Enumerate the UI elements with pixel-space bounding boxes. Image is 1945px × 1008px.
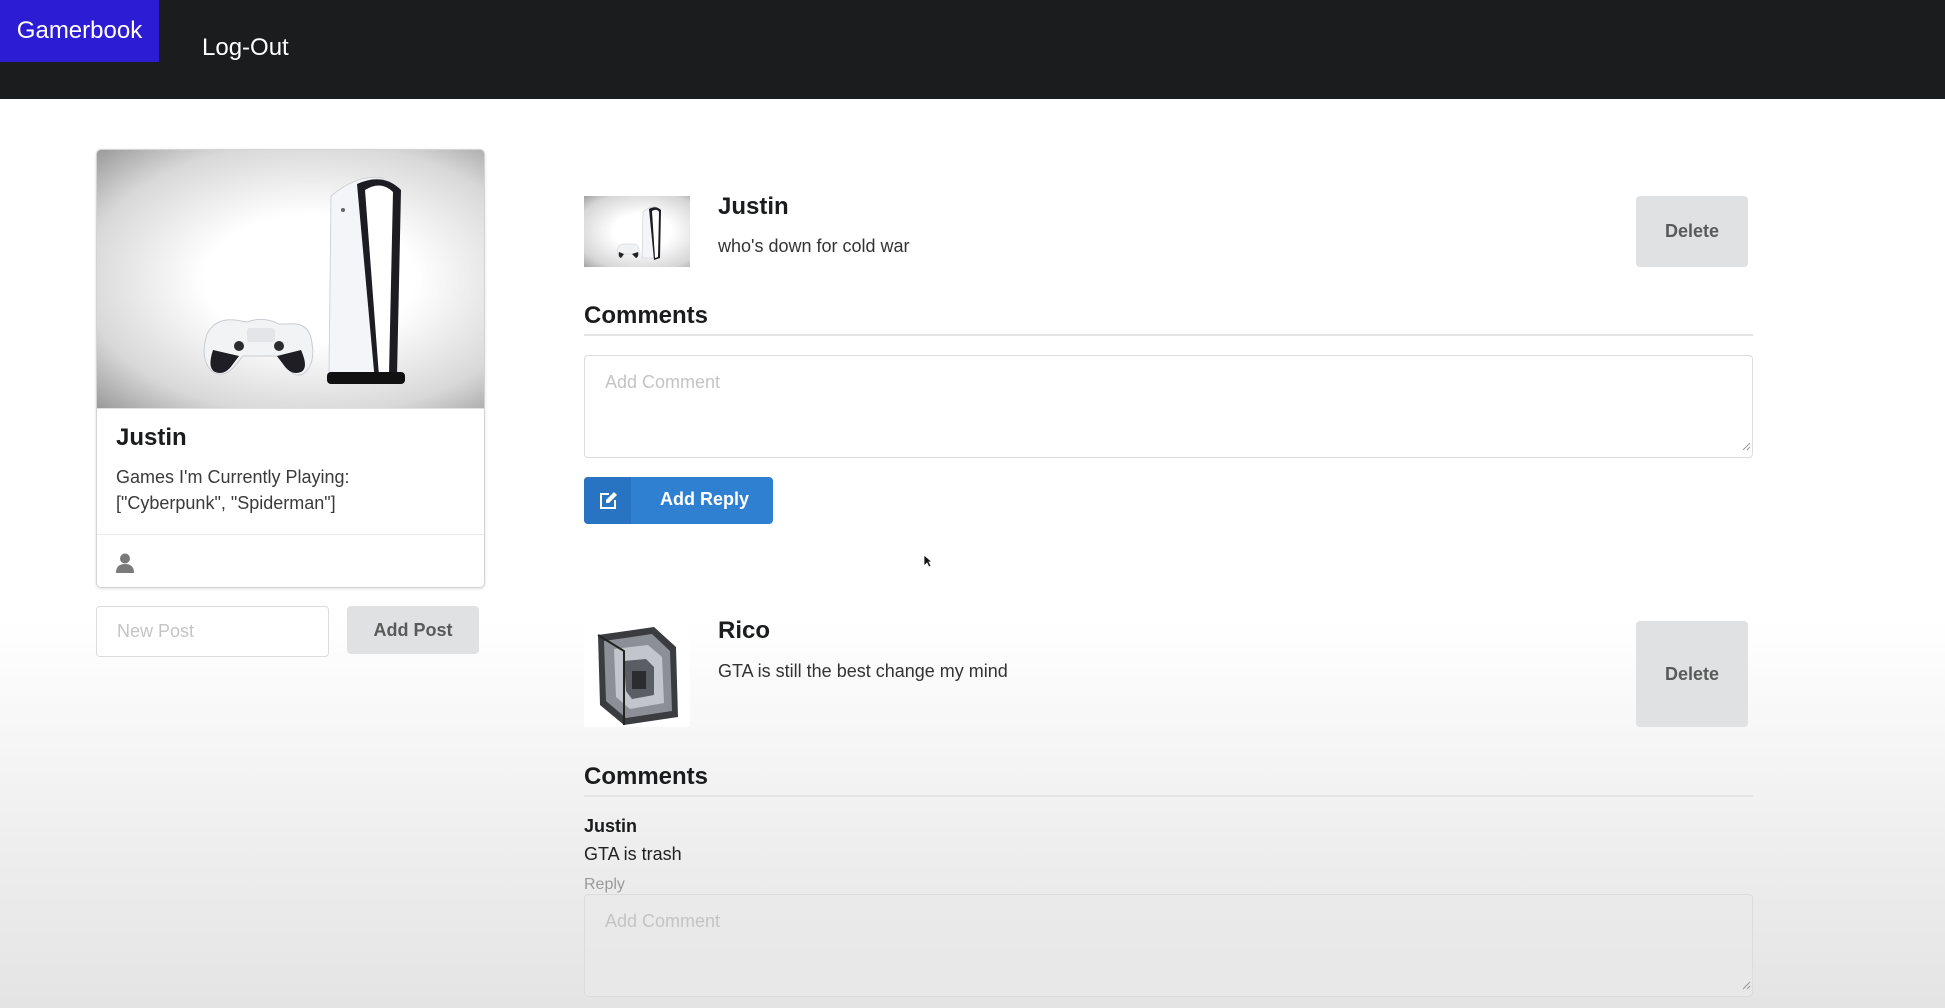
delete-post-button[interactable]: Delete <box>1636 621 1748 727</box>
user-icon <box>116 553 134 578</box>
new-post-input[interactable] <box>96 606 329 657</box>
resize-grip-icon[interactable] <box>1742 977 1751 995</box>
add-reply-button[interactable]: Add Reply <box>584 477 773 524</box>
delete-post-button[interactable]: Delete <box>1636 196 1748 267</box>
edit-icon <box>584 477 631 524</box>
profile-name: Justin <box>116 424 187 451</box>
mouse-cursor-icon <box>923 554 934 573</box>
comments-divider <box>584 795 1753 797</box>
add-post-button[interactable]: Add Post <box>347 606 479 654</box>
add-comment-textarea[interactable] <box>584 894 1753 997</box>
post-thumbnail <box>584 621 690 727</box>
add-reply-label: Add Reply <box>660 489 750 509</box>
post-text: who's down for cold war <box>718 236 910 256</box>
comment-field-wrapper <box>584 355 1753 458</box>
profile-extra <box>97 534 484 587</box>
comments-heading: Comments <box>584 763 709 790</box>
profile-description: Games I'm Currently Playing: ["Cyberpunk… <box>116 467 350 513</box>
brand-logo[interactable]: Gamerbook <box>0 0 159 62</box>
profile-image <box>97 150 484 409</box>
resize-grip-icon[interactable] <box>1742 438 1751 456</box>
logout-link[interactable]: Log-Out <box>202 34 289 62</box>
top-menu: Gamerbook Log-Out <box>0 0 1945 99</box>
add-comment-textarea[interactable] <box>584 355 1753 458</box>
comment-author[interactable]: Justin <box>584 816 637 837</box>
post-author[interactable]: Rico <box>718 617 770 645</box>
post-text: GTA is still the best change my mind <box>718 661 1008 681</box>
post-thumbnail <box>584 196 690 267</box>
comments-divider <box>584 334 1753 336</box>
profile-card: Justin Games I'm Currently Playing: ["Cy… <box>96 149 485 588</box>
comment-field-wrapper <box>584 894 1753 997</box>
post-author[interactable]: Justin <box>718 193 789 221</box>
comment-text: GTA is trash <box>584 844 682 864</box>
comment-reply-link[interactable]: Reply <box>584 876 625 894</box>
comments-heading: Comments <box>584 302 709 329</box>
